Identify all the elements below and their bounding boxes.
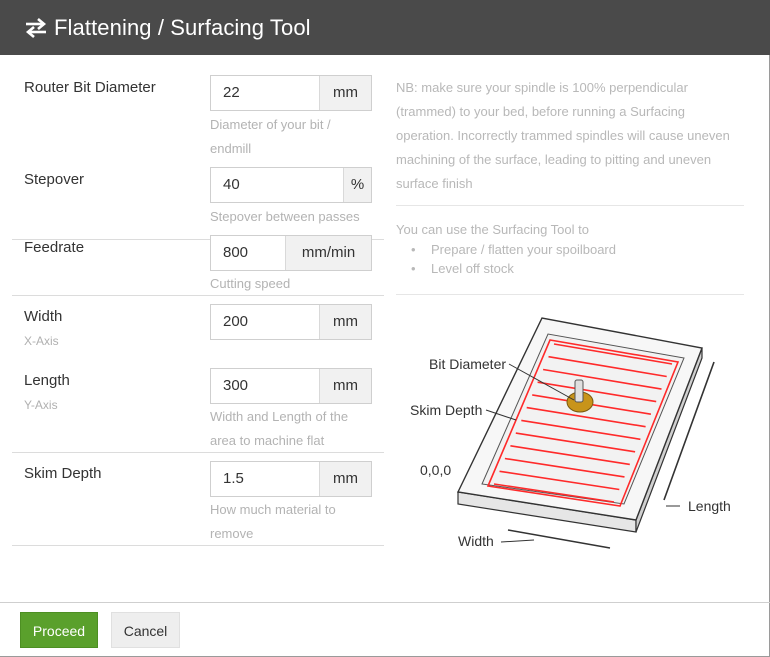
router-bit-diameter-input[interactable]: 22 <box>211 76 319 110</box>
spoilboard-illustration <box>456 317 715 549</box>
stepover-unit: % <box>343 168 371 202</box>
router-bit-diameter-unit: mm <box>319 76 371 110</box>
bit-settings-group: Router Bit Diameter 22 mm Diameter of yo… <box>12 55 384 291</box>
skim-depth-help: How much material to remove <box>210 502 336 541</box>
origin-label: 0,0,0 <box>420 462 452 478</box>
length-field[interactable]: 300 mm <box>210 368 372 404</box>
length-input[interactable]: 300 <box>211 369 319 403</box>
skim-depth-input[interactable]: 1.5 <box>211 462 319 496</box>
surfacing-diagram: Bit Diameter Skim Depth 0,0,0 Length Wid… <box>396 300 746 560</box>
width-label: Width <box>24 308 63 325</box>
router-bit-icon <box>574 379 584 403</box>
dialog-header: Flattening / Surfacing Tool <box>0 0 770 55</box>
usage-bullet: • Level off stock <box>396 259 744 278</box>
usage-bullet: • Prepare / flatten your spoilboard <box>396 240 744 259</box>
bullet-icon: • <box>411 242 416 257</box>
area-settings-group: Width X-Axis 200 mm Length Y-Axis 300 mm… <box>12 296 384 452</box>
skim-depth-unit: mm <box>319 462 371 496</box>
divider <box>396 294 744 295</box>
width-input[interactable]: 200 <box>211 305 319 339</box>
cancel-button[interactable]: Cancel <box>111 612 180 648</box>
skim-depth-diagram-label: Skim Depth <box>410 402 483 418</box>
stepover-field[interactable]: 40 % <box>210 167 372 203</box>
length-help: Width and Length of the area to machine … <box>210 409 349 448</box>
swap-arrows-icon <box>24 17 48 39</box>
bit-diameter-label: Bit Diameter <box>429 356 507 372</box>
bullet-icon: • <box>411 261 416 276</box>
tramming-note: NB: make sure your spindle is 100% perpe… <box>396 80 730 191</box>
feedrate-field[interactable]: 800 mm/min <box>210 235 372 271</box>
usage-bullet-text: Prepare / flatten your spoilboard <box>431 242 616 257</box>
stepover-help: Stepover between passes <box>210 209 360 224</box>
feedrate-input[interactable]: 800 <box>211 236 285 270</box>
proceed-button[interactable]: Proceed <box>20 612 98 648</box>
skim-depth-field[interactable]: 1.5 mm <box>210 461 372 497</box>
dialog-title: Flattening / Surfacing Tool <box>54 14 311 40</box>
length-axis-label: Y-Axis <box>24 398 58 412</box>
dialog-footer: Proceed Cancel <box>0 602 770 657</box>
settings-form: Router Bit Diameter 22 mm Diameter of yo… <box>12 55 384 291</box>
length-label: Length <box>24 372 70 389</box>
usage-intro: You can use the Surfacing Tool to <box>396 222 589 237</box>
divider <box>396 205 744 206</box>
feedrate-label: Feedrate <box>24 239 85 256</box>
width-unit: mm <box>319 305 371 339</box>
usage-bullet-text: Level off stock <box>431 261 514 276</box>
skim-depth-label: Skim Depth <box>24 465 102 482</box>
feedrate-help: Cutting speed <box>210 276 291 291</box>
length-diagram-label: Length <box>688 498 731 514</box>
width-field[interactable]: 200 mm <box>210 304 372 340</box>
length-unit: mm <box>319 369 371 403</box>
feedrate-unit: mm/min <box>285 236 371 270</box>
surfacing-dialog: Flattening / Surfacing Tool Router Bit D… <box>0 0 770 657</box>
router-bit-diameter-help: Diameter of your bit / endmill <box>210 117 331 156</box>
width-axis-label: X-Axis <box>24 334 59 348</box>
depth-settings-group: Skim Depth 1.5 mm How much material to r… <box>12 453 384 546</box>
width-diagram-label: Width <box>458 533 494 549</box>
stepover-input[interactable]: 40 <box>211 168 343 202</box>
router-bit-diameter-field[interactable]: 22 mm <box>210 75 372 111</box>
info-panel: NB: make sure your spindle is 100% perpe… <box>396 76 744 295</box>
stepover-label: Stepover <box>24 171 85 188</box>
router-bit-diameter-label: Router Bit Diameter <box>24 79 156 96</box>
